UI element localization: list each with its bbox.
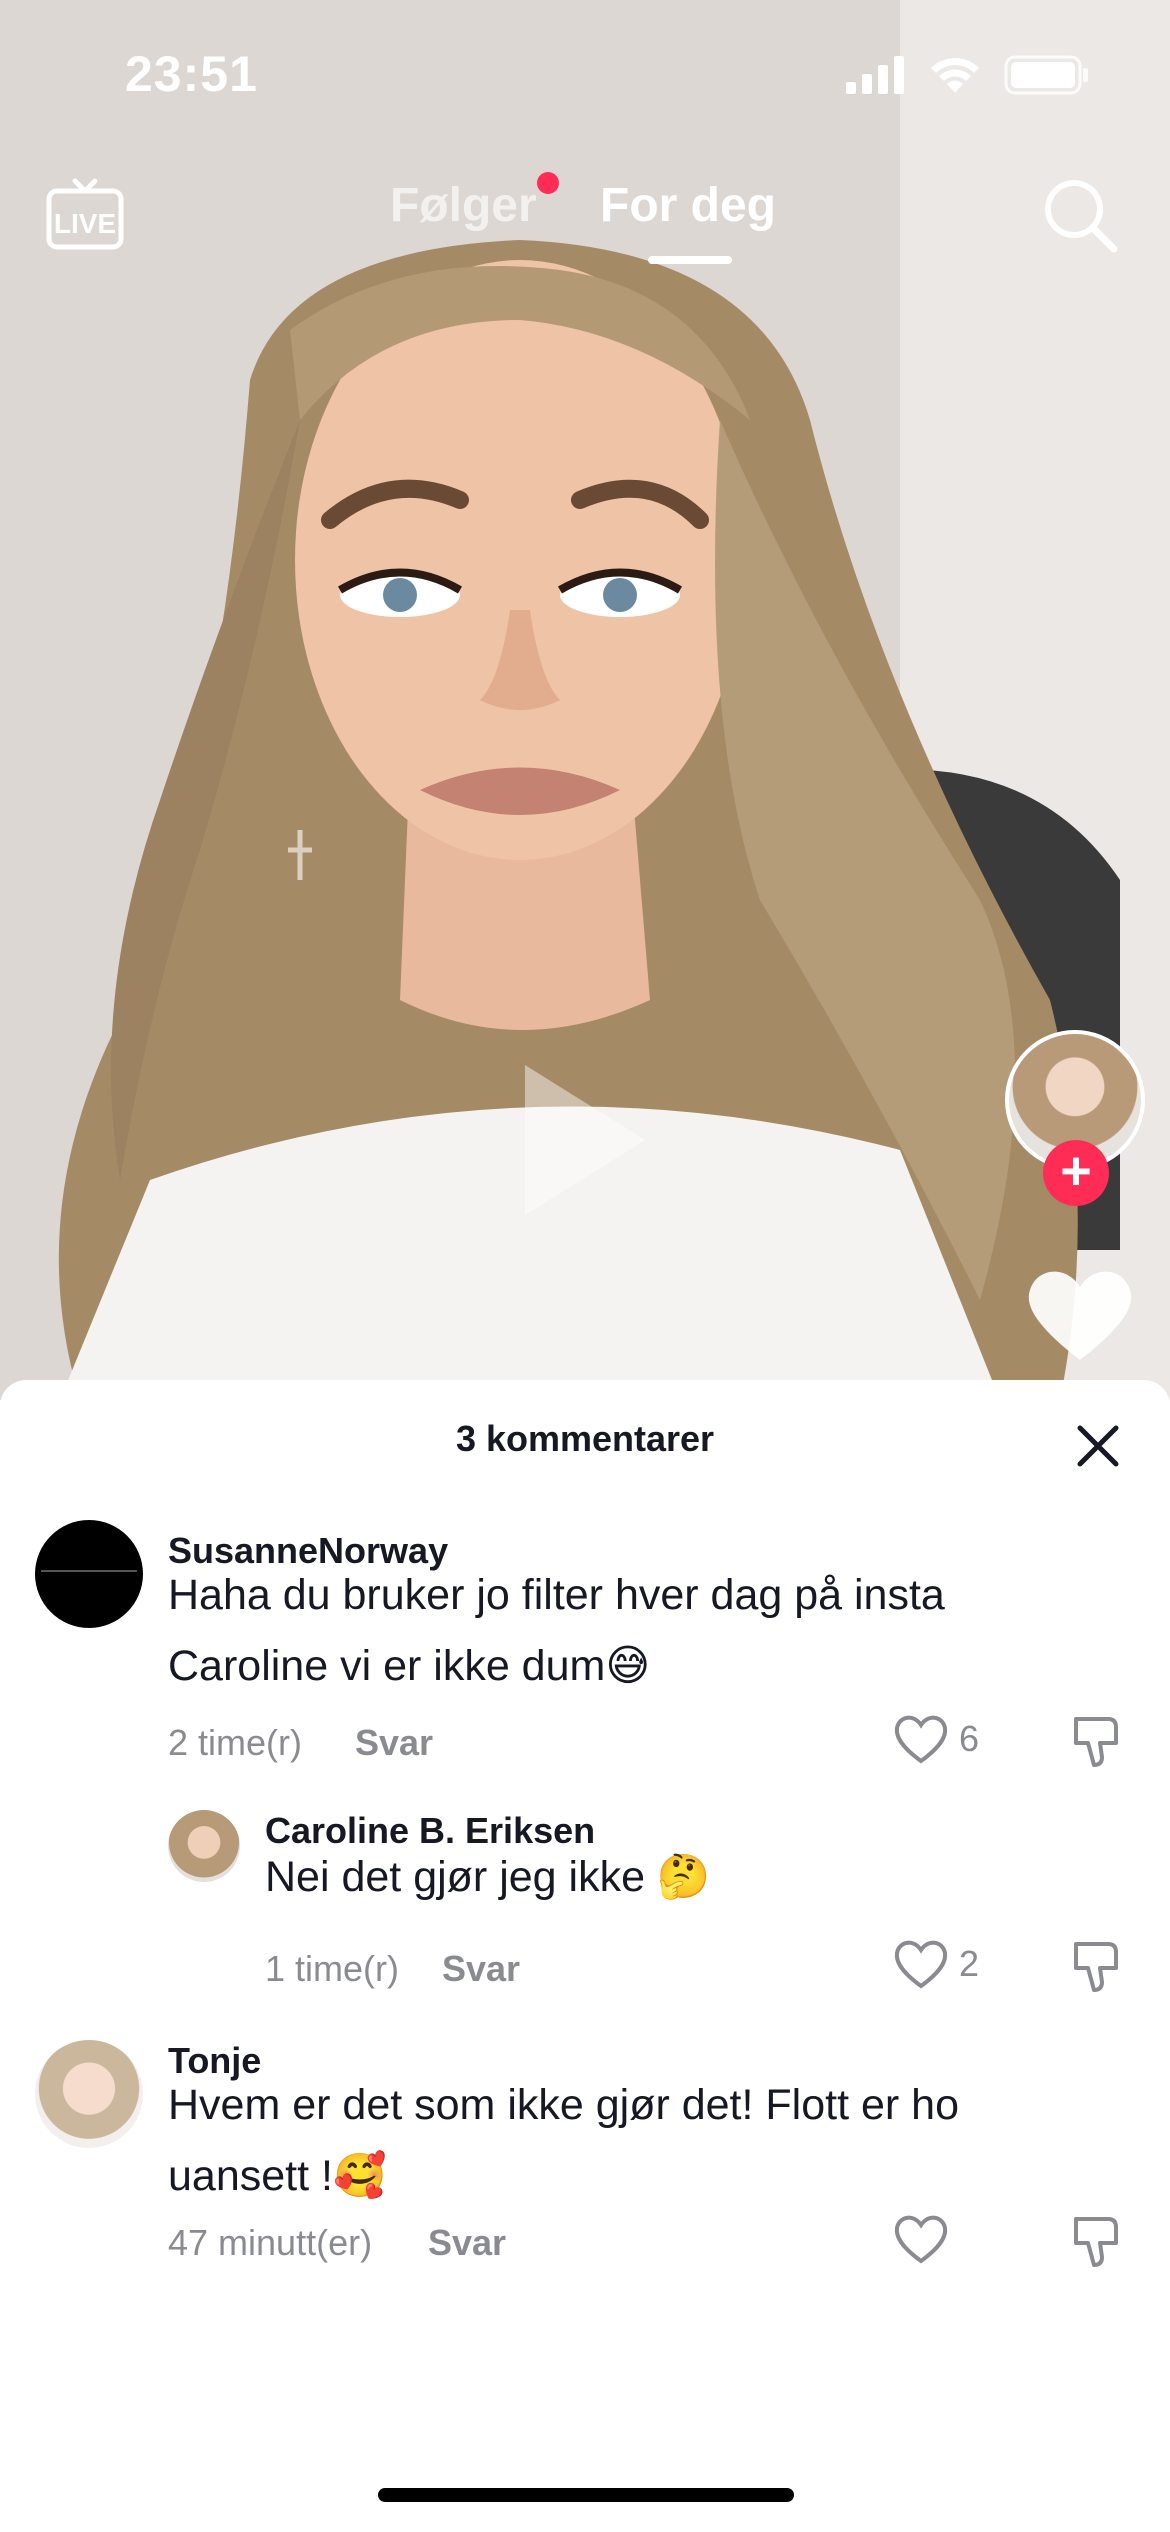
status-time: 23:51	[125, 46, 258, 102]
cellular-signal-icon	[846, 56, 904, 94]
tab-for-you[interactable]: For deg	[600, 178, 776, 233]
close-icon[interactable]	[1070, 1418, 1126, 1474]
comment-time: 47 minutt(er)	[168, 2222, 373, 2263]
thumbs-down-icon[interactable]	[1070, 1938, 1126, 1994]
thumbs-down-icon[interactable]	[1070, 1713, 1126, 1769]
comments-sheet: 3 kommentarer SusanneNorway Haha du bruk…	[0, 1380, 1170, 2532]
comment-like-button[interactable]: 6	[893, 1713, 979, 1765]
comment-text: Haha du bruker jo filter hver dag på ins…	[168, 1571, 945, 1690]
comments-count-title: 3 kommentarer	[455, 1418, 715, 1459]
top-nav: LIVE Følger For deg	[0, 170, 1170, 270]
status-bar: 23:51	[0, 0, 1170, 150]
reply-button[interactable]: Svar	[428, 2222, 506, 2264]
wifi-icon	[931, 58, 979, 93]
comment-time: 2 time(r)	[168, 1722, 302, 1763]
battery-icon	[1004, 55, 1088, 95]
live-icon[interactable]: LIVE	[45, 175, 125, 255]
comment-like-count: 2	[959, 1943, 980, 1984]
follow-plus-button[interactable]: +	[1043, 1140, 1109, 1206]
comment-like-button[interactable]	[893, 2213, 959, 2265]
tab-following[interactable]: Følger	[390, 178, 537, 233]
avatar[interactable]	[35, 1520, 143, 1628]
heart-outline-icon	[894, 1715, 948, 1764]
active-tab-indicator	[648, 256, 732, 264]
comment-like-button[interactable]: 2	[893, 1938, 979, 1990]
heart-outline-icon	[894, 2215, 948, 2264]
search-icon[interactable]	[1040, 175, 1120, 255]
comment-text: Hvem er det som ikke gjør det! Flott er …	[168, 2081, 959, 2200]
comment-text: Nei det gjør jeg ikke 🤔	[265, 1853, 711, 1901]
avatar[interactable]	[35, 2040, 143, 2148]
comment-time: 1 time(r)	[265, 1948, 399, 1989]
home-indicator[interactable]	[378, 2488, 794, 2502]
avatar[interactable]	[168, 1810, 240, 1882]
comment-item: SusanneNorway Haha du bruker jo filter h…	[0, 1520, 1170, 1767]
comment-item: Caroline B. Eriksen Nei det gjør jeg ikk…	[0, 1810, 1170, 1992]
live-label: LIVE	[54, 208, 116, 239]
comment-like-count: 6	[959, 1718, 980, 1759]
status-icons	[846, 55, 1090, 95]
play-icon[interactable]	[520, 1060, 650, 1220]
video-player[interactable]: 23:51 LIVE Følger For deg +	[0, 0, 1170, 1400]
heart-outline-icon	[894, 1940, 948, 1989]
comment-item: Tonje Hvem er det som ikke gjør det! Flo…	[0, 2040, 1170, 2270]
reply-button[interactable]: Svar	[442, 1948, 520, 1990]
like-heart-icon[interactable]	[1025, 1265, 1135, 1365]
notification-dot	[537, 172, 559, 194]
thumbs-down-icon[interactable]	[1070, 2213, 1126, 2269]
reply-button[interactable]: Svar	[355, 1722, 433, 1764]
